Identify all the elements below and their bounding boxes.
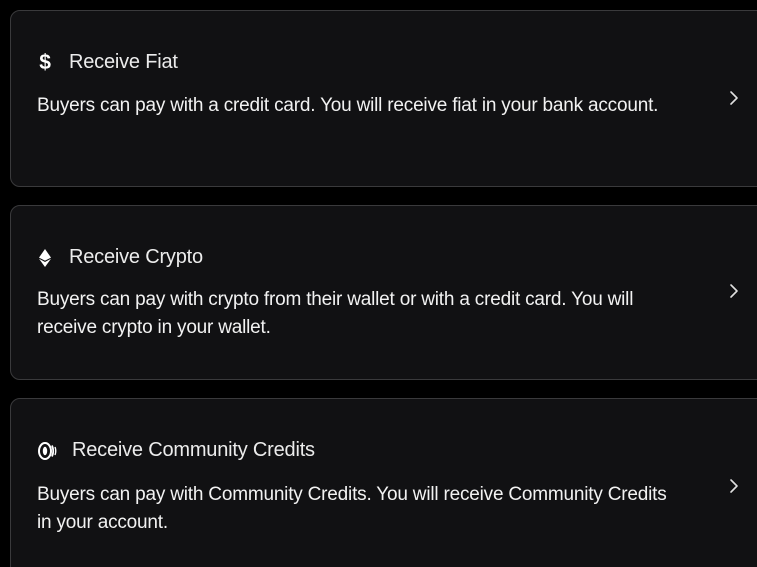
option-receive-crypto[interactable]: Receive Crypto Buyers can pay with crypt… <box>10 205 757 380</box>
chevron-right-icon <box>730 91 738 105</box>
payment-options-list: $ Receive Fiat Buyers can pay with a cre… <box>0 0 757 567</box>
option-title-row: Receive Crypto <box>37 246 203 269</box>
option-receive-community-credits[interactable]: Receive Community Credits Buyers can pay… <box>10 398 757 567</box>
option-title-row: Receive Community Credits <box>37 439 315 462</box>
chevron-right-icon <box>730 479 738 493</box>
option-description: Buyers can pay with Community Credits. Y… <box>37 484 667 533</box>
option-title-row: $ Receive Fiat <box>37 51 178 74</box>
option-title: Receive Community Credits <box>72 439 315 461</box>
option-description: Buyers can pay with crypto from their wa… <box>37 289 634 338</box>
ethereum-icon <box>37 247 53 269</box>
option-description: Buyers can pay with a credit card. You w… <box>37 95 659 116</box>
chevron-right-icon <box>730 284 738 298</box>
option-receive-fiat[interactable]: $ Receive Fiat Buyers can pay with a cre… <box>10 10 757 187</box>
dollar-icon: $ <box>39 50 51 74</box>
option-title: Receive Fiat <box>69 51 178 73</box>
option-title: Receive Crypto <box>69 246 203 268</box>
coins-icon <box>37 440 57 462</box>
